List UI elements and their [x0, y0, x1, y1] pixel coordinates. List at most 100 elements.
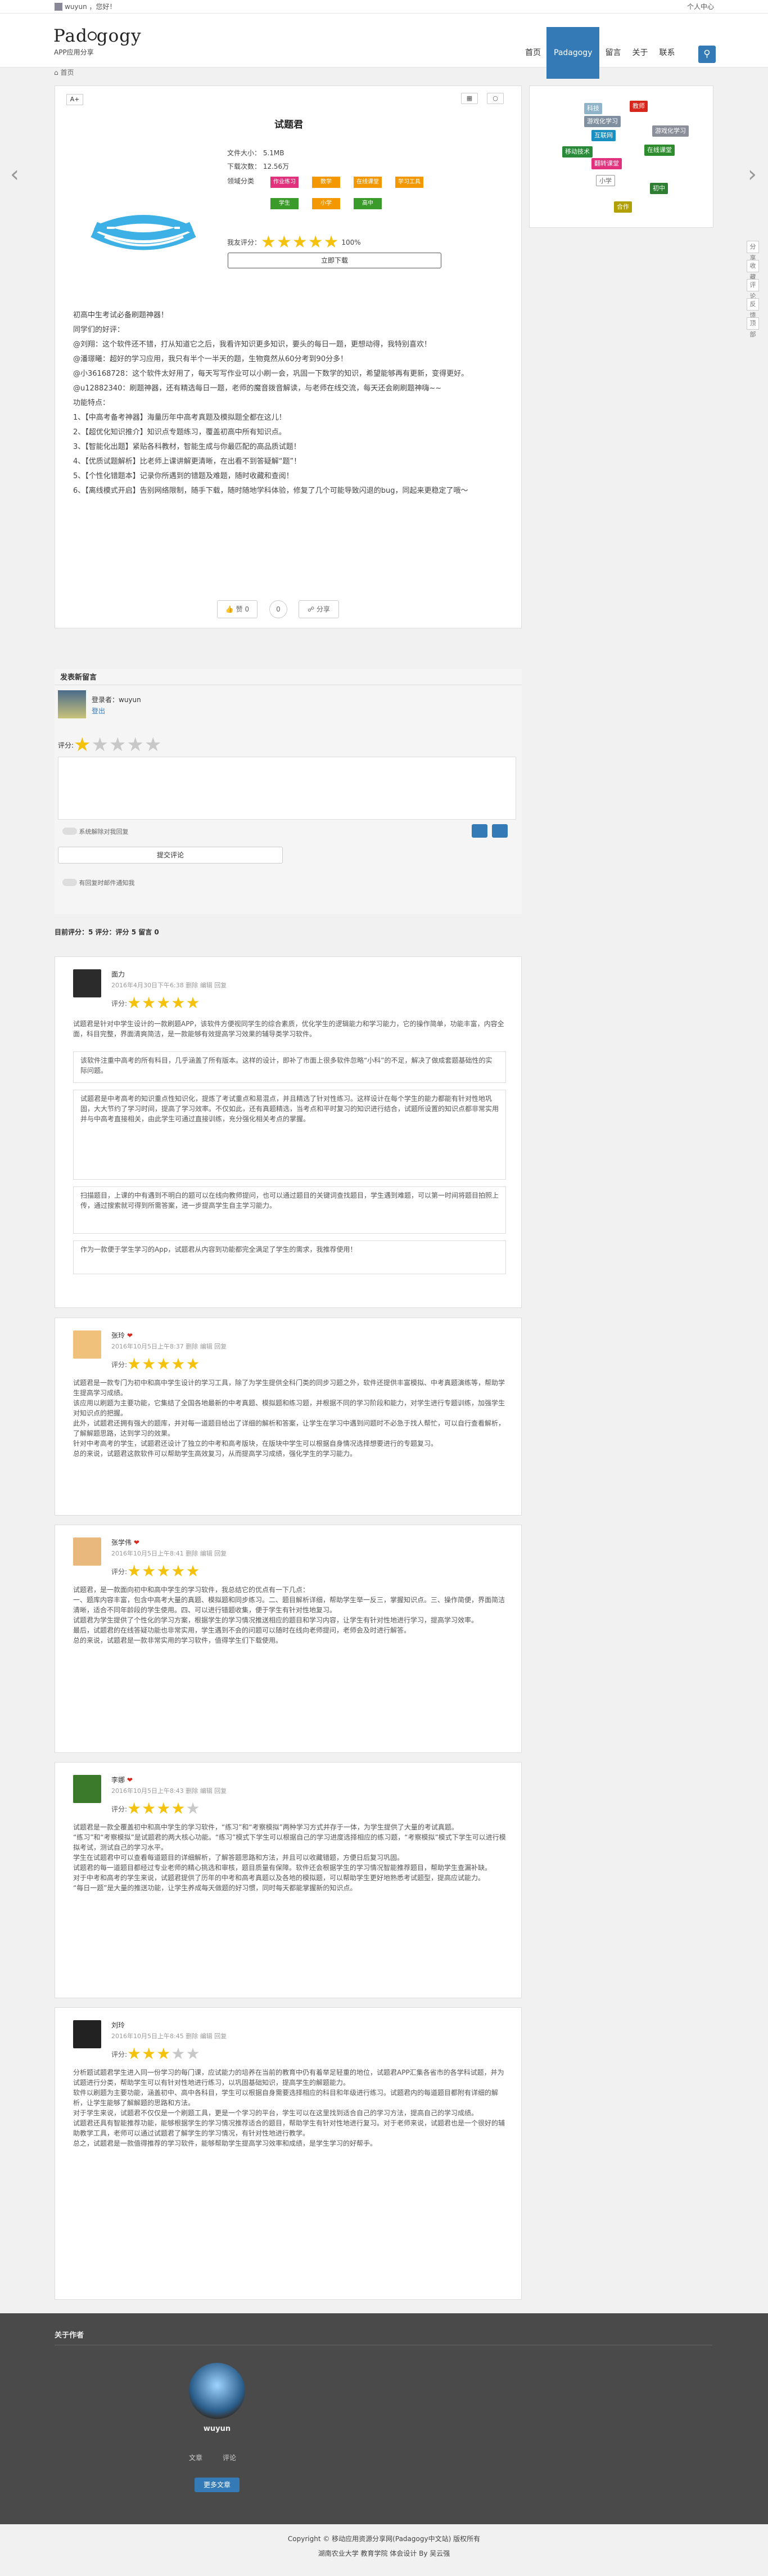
tag-homework[interactable]: 作业练习: [270, 177, 299, 188]
emoji-icon[interactable]: [472, 824, 487, 838]
app-detail-card: A+ ▦ ○ 试题君 文件大小： 5.1MB 下载次数： 12.56万 领域分类…: [55, 86, 522, 628]
share-icon: ☍: [308, 605, 315, 613]
tag-primary[interactable]: 小学: [312, 198, 340, 209]
login-user: 登录者：wuyun: [92, 696, 141, 704]
more-articles-button[interactable]: 更多文章: [195, 2478, 240, 2492]
breadcrumb-home[interactable]: 首页: [60, 69, 74, 77]
comment-meta: 2016年4月30日下午6:38 删除 编辑 回复: [111, 982, 227, 989]
float-favorite-icon[interactable]: 收藏: [747, 260, 759, 281]
comment-item: 面力 2016年4月30日下午6:38 删除 编辑 回复 评分:★★★★★ 试题…: [55, 956, 522, 1308]
commenter-avatar: [73, 1775, 101, 1803]
image-icon[interactable]: [492, 824, 508, 838]
tag-online-class[interactable]: 在线课堂: [354, 177, 382, 188]
main-nav: Pad gogy APP应用分享 首页 Padagogy 留言 关于 联系 ⚲: [0, 14, 768, 79]
author-footer: 关于作者 wuyun 文章 评论 更多文章: [0, 2313, 768, 2524]
nav-message[interactable]: 留言: [599, 27, 626, 79]
comment-meta: 2016年10月5日上午8:45 删除 编辑 回复: [111, 2033, 227, 2040]
like-button[interactable]: 👍 赞 0: [217, 600, 257, 618]
cloud-tag[interactable]: 互联网: [591, 130, 616, 141]
home-icon: ⌂: [54, 69, 58, 77]
comment-stats: 目前评分：5 评分：评分 5 留言 0: [55, 928, 159, 936]
float-share-icon[interactable]: 分享: [747, 241, 759, 262]
commenter-avatar: [73, 2020, 101, 2048]
comment-quote: 作为一款便于学生学习的App，试题君从内容到功能都完全满足了学生的需求，我推荐使…: [73, 1240, 506, 1274]
rating-input[interactable]: 评分:★★★★★: [58, 730, 162, 760]
cloud-tag[interactable]: 移动技术: [562, 146, 593, 158]
comment-rating: 评分:★★★★★: [111, 993, 201, 1012]
comment-count-icon[interactable]: ○: [487, 93, 504, 104]
comment-text: 试题君是针对中学生设计的一款刷题APP，该软件方便视同学生的综合素质，优化学生的…: [73, 1020, 504, 1038]
commenter-name: 李娜 ❤: [111, 1776, 133, 1784]
comment-meta: 2016年10月5日上午8:43 删除 编辑 回复: [111, 1787, 227, 1795]
commenter-avatar: [73, 1537, 101, 1566]
nav-about[interactable]: 关于: [626, 27, 653, 79]
cloud-tag[interactable]: 翻转课堂: [591, 158, 622, 169]
tag-student[interactable]: 学生: [270, 198, 299, 209]
download-button[interactable]: 立即下载: [228, 253, 441, 268]
login-avatar: [58, 690, 86, 718]
cloud-tag[interactable]: 在线课堂: [644, 145, 675, 156]
comment-meta: 2016年10月5日上午8:37 删除 编辑 回复: [111, 1343, 227, 1350]
submit-comment-button[interactable]: 提交评论: [58, 847, 283, 864]
float-comment-icon[interactable]: 评论: [747, 279, 759, 300]
font-size-button[interactable]: A+: [66, 94, 83, 105]
search-icon: ⚲: [703, 48, 711, 60]
comment-meta: 2016年10月5日上午8:41 删除 编辑 回复: [111, 1550, 227, 1557]
rating-select-stars[interactable]: ★★★★★: [74, 734, 162, 756]
site-slogan: APP应用分享: [54, 48, 94, 56]
share-button[interactable]: ☍ 分享: [299, 600, 339, 618]
personal-center-link[interactable]: 个人中心: [687, 2, 714, 12]
tag-cloud: 科技 教师 互联网 游戏化学习 游戏化学习 移动技术 在线课堂 翻转课堂 小学 …: [529, 86, 713, 228]
heart-icon: ❤: [133, 1539, 139, 1547]
comment-textarea[interactable]: [58, 757, 516, 820]
author-comments: 评论: [223, 2454, 237, 2462]
comment-form: 发表新留言 登录者：wuyun 登出 评分:★★★★★ 系统解除对我回复 提交评…: [55, 669, 522, 914]
cloud-tag[interactable]: 教师: [630, 101, 648, 112]
cloud-tag[interactable]: 游戏化学习: [584, 116, 621, 127]
cloud-tag[interactable]: 初中: [650, 183, 668, 194]
nav-contact[interactable]: 联系: [653, 27, 680, 79]
email-notify-toggle[interactable]: 有回复时邮件通知我: [62, 878, 135, 888]
auto-reply-toggle[interactable]: 系统解除对我回复: [62, 827, 129, 837]
cloud-tag[interactable]: 小学: [596, 175, 615, 186]
rating-stars: ★★★★★: [261, 232, 340, 252]
download-count: 下载次数： 12.56万: [227, 163, 290, 170]
form-header: 发表新留言: [60, 673, 97, 682]
user-greeting[interactable]: wuyun ，您好！: [55, 2, 116, 12]
nav-home[interactable]: 首页: [519, 27, 546, 79]
tag-math[interactable]: 数学: [312, 177, 340, 188]
comment-item: 张学伟 ❤ 2016年10月5日上午8:41 删除 编辑 回复 评分:★★★★★…: [55, 1525, 522, 1753]
site-logo[interactable]: Pad gogy: [53, 23, 142, 51]
comment-rating: 评分:★★★★★: [111, 1562, 201, 1580]
commenter-name: 张学伟 ❤: [111, 1539, 139, 1547]
heart-icon: ❤: [127, 1332, 133, 1339]
top-bar: wuyun ，您好！ 个人中心: [0, 0, 768, 14]
app-logo-icon: [91, 215, 196, 250]
edit-icon[interactable]: ▦: [461, 93, 478, 104]
logout-link[interactable]: 登出: [92, 706, 105, 717]
favorite-button[interactable]: 0: [269, 600, 287, 618]
commenter-name: 面力: [111, 970, 125, 978]
commenter-avatar: [73, 969, 101, 997]
author-articles: 文章: [189, 2454, 203, 2462]
tag-high-school[interactable]: 高中: [354, 198, 382, 209]
footer-title: 关于作者: [55, 2331, 84, 2340]
float-feedback-icon[interactable]: 反馈: [747, 298, 759, 319]
prev-arrow-icon[interactable]: ‹: [10, 163, 19, 186]
float-top-icon[interactable]: 顶部: [747, 317, 759, 338]
comment-rating: 评分:★★★★★: [111, 1799, 201, 1818]
comment-quote: 试题君是中考高考的知识重点性知识化，提炼了考试重点和易混点，并且精选了针对性练习…: [73, 1090, 506, 1180]
author-name: wuyun: [203, 2425, 231, 2433]
tag-study-tool[interactable]: 学习工具: [395, 177, 423, 188]
search-button[interactable]: ⚲: [698, 46, 716, 63]
author-avatar[interactable]: [189, 2363, 245, 2419]
user-avatar-icon: [55, 3, 62, 11]
cloud-tag[interactable]: 游戏化学习: [652, 125, 689, 137]
cloud-tag[interactable]: 科技: [584, 103, 602, 114]
cloud-tag[interactable]: 合作: [614, 201, 632, 213]
file-size: 文件大小： 5.1MB: [227, 149, 284, 157]
heart-icon: ❤: [127, 1776, 133, 1784]
nav-padagogy[interactable]: Padagogy: [546, 27, 600, 79]
comment-quote: 该软件注重中高考的所有科目，几乎涵盖了所有版本。这样的设计，即补了市面上很多软件…: [73, 1051, 506, 1083]
next-arrow-icon[interactable]: ›: [748, 163, 757, 186]
